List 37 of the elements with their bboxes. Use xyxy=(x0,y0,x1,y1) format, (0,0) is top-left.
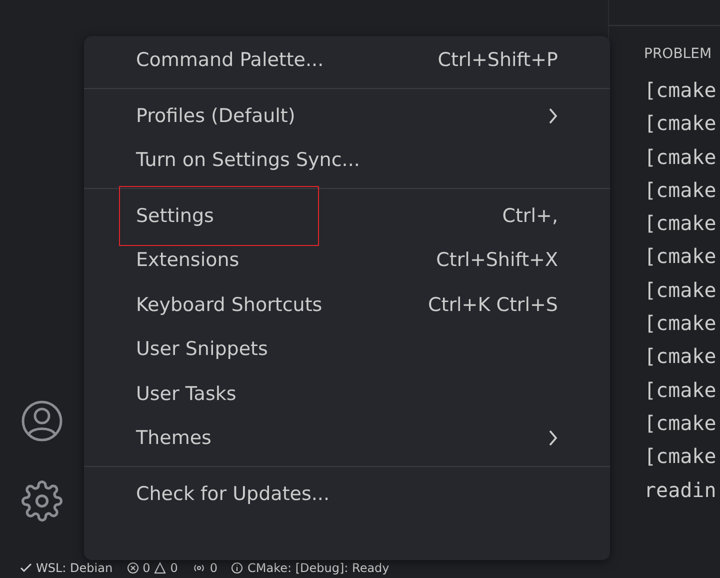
chevron-right-icon xyxy=(548,108,558,124)
info-icon xyxy=(231,562,244,574)
terminal-line: [cmake xyxy=(644,310,718,338)
ports-indicator[interactable]: 0 xyxy=(192,561,218,575)
panel-tab[interactable]: PROBLEM xyxy=(644,46,720,62)
menu-item[interactable]: Themes xyxy=(84,416,610,460)
remote-indicator[interactable]: WSL: Debian xyxy=(20,561,113,575)
terminal-line: [cmake xyxy=(644,376,718,404)
check-icon xyxy=(20,562,32,574)
terminal-line: [cmake xyxy=(644,77,718,104)
account-icon[interactable] xyxy=(21,400,63,442)
menu-item[interactable]: Keyboard Shortcuts Ctrl+K Ctrl+S xyxy=(84,282,610,327)
settings-icon[interactable] xyxy=(21,480,63,522)
terminal-line: [cmake xyxy=(644,144,718,171)
terminal-line: [cmake xyxy=(644,110,718,138)
menu-item[interactable]: User Snippets xyxy=(84,327,610,372)
cmake-status[interactable]: CMake: [Debug]: Ready xyxy=(231,561,390,575)
menu-item[interactable]: Check for Updates... xyxy=(84,472,610,516)
terminal-line: [cmake xyxy=(644,276,718,304)
terminal-line: [cmake xyxy=(644,443,718,470)
terminal-line: [cmake xyxy=(644,210,718,238)
terminal-line: [cmake xyxy=(644,343,718,370)
problems-indicator[interactable]: 0 0 xyxy=(126,561,178,575)
menu-item[interactable]: Profiles (Default) xyxy=(84,94,610,138)
error-icon xyxy=(126,562,139,574)
terminal-line: [cmake xyxy=(644,410,718,437)
warning-icon xyxy=(154,562,166,574)
menu-item[interactable]: Command Palette... Ctrl+Shift+P xyxy=(84,38,610,82)
chevron-right-icon xyxy=(548,430,558,446)
broadcast-icon xyxy=(192,562,206,574)
menu-item[interactable]: Turn on Settings Sync... xyxy=(84,138,610,182)
menu-item[interactable]: Extensions Ctrl+Shift+X xyxy=(84,238,610,282)
terminal-line: readin xyxy=(644,476,718,504)
menu-item[interactable]: Settings Ctrl+, xyxy=(84,194,610,238)
terminal-line: [cmake xyxy=(644,243,718,270)
menu-item[interactable]: User Tasks xyxy=(84,372,610,416)
terminal-line: [cmake xyxy=(644,176,718,204)
